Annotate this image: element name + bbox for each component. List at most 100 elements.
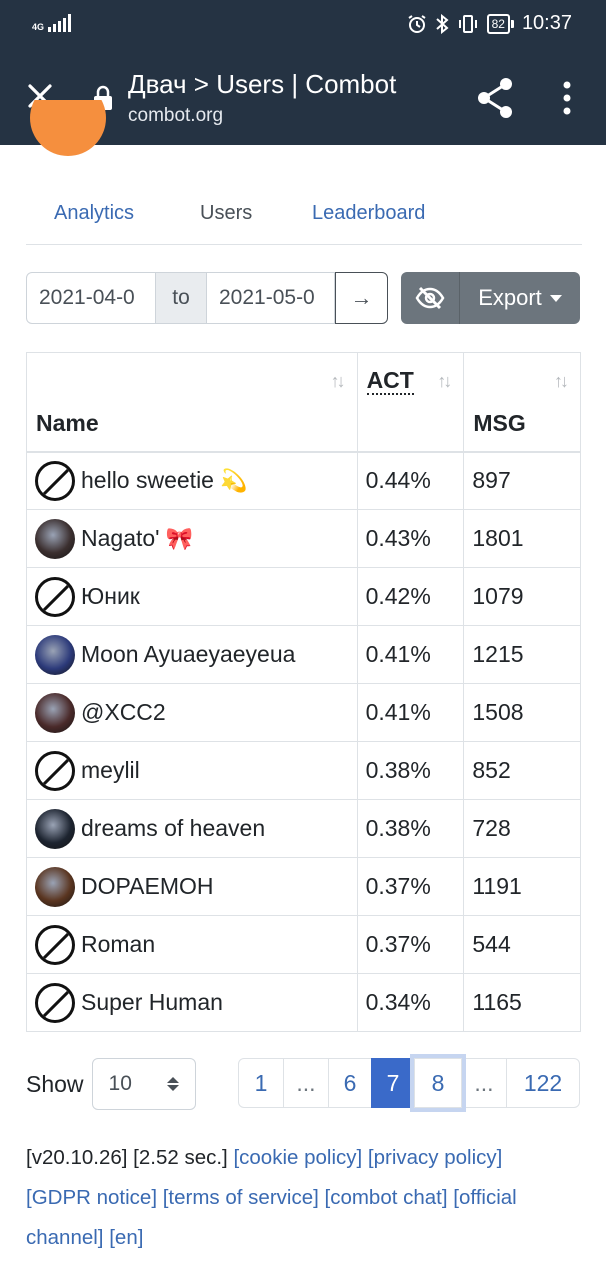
cell-name[interactable]: Юник (26, 567, 358, 626)
page-link[interactable]: 1 (238, 1058, 284, 1108)
table-row[interactable]: meylil 0.38% 852 (26, 741, 581, 800)
user-name[interactable]: DOPAEMOH (81, 873, 213, 900)
cell-act: 0.42% (356, 567, 465, 626)
cell-name[interactable]: Super Human (26, 973, 358, 1032)
no-avatar-icon (35, 924, 75, 965)
cell-name[interactable]: Nagato' 🎀 (26, 509, 358, 568)
clock: 10:37 (521, 12, 572, 34)
user-name[interactable]: Nagato' (81, 525, 160, 552)
page-link[interactable]: 8 (414, 1058, 462, 1108)
version-text: [v20.10.26] (26, 1146, 128, 1169)
page-link[interactable]: 122 (506, 1058, 580, 1108)
avatar (35, 808, 75, 849)
avatar (35, 866, 75, 907)
cell-msg: 1508 (463, 683, 581, 742)
user-name[interactable]: @XCC2 (81, 699, 166, 726)
table-row[interactable]: Юник 0.42% 1079 (26, 567, 581, 626)
page-size-value: 10 (108, 1072, 132, 1095)
user-name[interactable]: Юник (81, 583, 140, 610)
hide-button[interactable] (401, 272, 460, 324)
cell-name[interactable]: hello sweetie 💫 (26, 451, 358, 510)
gdpr-notice-link[interactable]: [GDPR notice] (26, 1186, 157, 1209)
table-row[interactable]: DOPAEMOH 0.37% 1191 (26, 857, 581, 916)
terms-of-service-link[interactable]: [terms of service] (163, 1186, 319, 1209)
users-table: ↑↓ Name ↑↓ ACT ↑↓ MSG hello sweetie 💫 0.44… (26, 352, 581, 1032)
user-name[interactable]: hello sweetie (81, 467, 214, 494)
sort-icon: ↑↓ (437, 371, 452, 391)
page-size-select[interactable]: 10 (91, 1058, 196, 1110)
avatar (35, 692, 75, 733)
date-range-filter: to → (26, 272, 388, 324)
tab-users[interactable]: Users (200, 202, 252, 225)
cell-name[interactable]: DOPAEMOH (26, 857, 358, 916)
column-header-name[interactable]: ↑↓ Name (26, 352, 358, 453)
cell-act: 0.34% (356, 973, 465, 1032)
apply-date-button[interactable]: → (335, 272, 388, 324)
cell-act: 0.43% (356, 509, 465, 568)
user-name[interactable]: meylil (81, 757, 140, 784)
vibrate-icon (458, 14, 477, 33)
cell-name[interactable]: meylil (26, 741, 358, 800)
column-header-name-label: Name (36, 409, 99, 436)
table-row[interactable]: hello sweetie 💫 0.44% 897 (26, 451, 581, 510)
cell-msg: 1165 (463, 973, 581, 1032)
language-link[interactable]: [en] (109, 1226, 143, 1249)
export-button[interactable]: Export (460, 272, 580, 324)
cell-name[interactable]: Roman (26, 915, 358, 974)
table-row[interactable]: Moon Ayuaeyaeyeua 0.41% 1215 (26, 625, 581, 684)
share-icon[interactable] (474, 74, 518, 122)
cell-msg: 1191 (463, 857, 581, 916)
nav-tabs: Analytics Users Leaderboard (26, 190, 582, 245)
cell-name[interactable]: @XCC2 (26, 683, 358, 742)
table-row[interactable]: Nagato' 🎀 0.43% 1801 (26, 509, 581, 568)
cell-act: 0.38% (356, 741, 465, 800)
column-header-msg-label: MSG (473, 409, 526, 436)
cell-msg: 1079 (463, 567, 581, 626)
bluetooth-icon (435, 13, 449, 34)
cell-msg: 1215 (463, 625, 581, 684)
signal-icon (48, 14, 72, 32)
date-from-input[interactable] (26, 272, 156, 324)
cell-act: 0.44% (356, 451, 465, 510)
sort-icon: ↑↓ (330, 371, 346, 391)
cell-msg: 544 (463, 915, 581, 974)
page-size-control: Show 10 (26, 1058, 196, 1110)
column-header-act[interactable]: ↑↓ ACT (356, 352, 465, 453)
show-label: Show (26, 1070, 84, 1097)
no-avatar-icon (35, 750, 75, 791)
page-link[interactable]: 7 (371, 1058, 415, 1108)
tab-leaderboard[interactable]: Leaderboard (312, 202, 425, 225)
table-row[interactable]: dreams of heaven 0.38% 728 (26, 799, 581, 858)
table-row[interactable]: Roman 0.37% 544 (26, 915, 581, 974)
cell-act: 0.37% (356, 915, 465, 974)
combot-chat-link[interactable]: [combot chat] (325, 1186, 448, 1209)
group-avatar (30, 100, 106, 156)
cell-act: 0.41% (356, 683, 465, 742)
privacy-policy-link[interactable]: [privacy policy] (368, 1146, 502, 1169)
column-header-msg[interactable]: ↑↓ MSG (463, 352, 581, 453)
user-name[interactable]: Moon Ayuaeyaeyeua (81, 641, 295, 668)
select-arrows-icon (166, 1077, 179, 1091)
cell-name[interactable]: Moon Ayuaeyaeyeua (26, 625, 358, 684)
user-name[interactable]: dreams of heaven (81, 815, 265, 842)
cell-msg: 1801 (463, 509, 581, 568)
footer: [v20.10.26] [2.52 sec.] [cookie policy] … (26, 1138, 582, 1258)
pagination-ellipsis: ... (283, 1058, 329, 1108)
eye-off-icon (415, 286, 445, 310)
name-emoji: 💫 (219, 467, 248, 493)
date-to-input[interactable] (206, 272, 335, 324)
table-row[interactable]: @XCC2 0.41% 1508 (26, 683, 581, 742)
user-name[interactable]: Roman (81, 931, 155, 958)
cell-msg: 897 (463, 451, 581, 510)
network-type: 4G (32, 22, 45, 32)
name-emoji: 🎀 (165, 525, 193, 551)
tab-analytics[interactable]: Analytics (54, 202, 134, 225)
page-url[interactable]: combot.org (128, 105, 223, 127)
user-name[interactable]: Super Human (81, 989, 223, 1016)
more-vert-icon[interactable] (552, 78, 582, 118)
table-row[interactable]: Super Human 0.34% 1165 (26, 973, 581, 1032)
cell-act: 0.41% (356, 625, 465, 684)
cell-name[interactable]: dreams of heaven (26, 799, 358, 858)
cookie-policy-link[interactable]: [cookie policy] (233, 1146, 362, 1169)
page-link[interactable]: 6 (328, 1058, 372, 1108)
